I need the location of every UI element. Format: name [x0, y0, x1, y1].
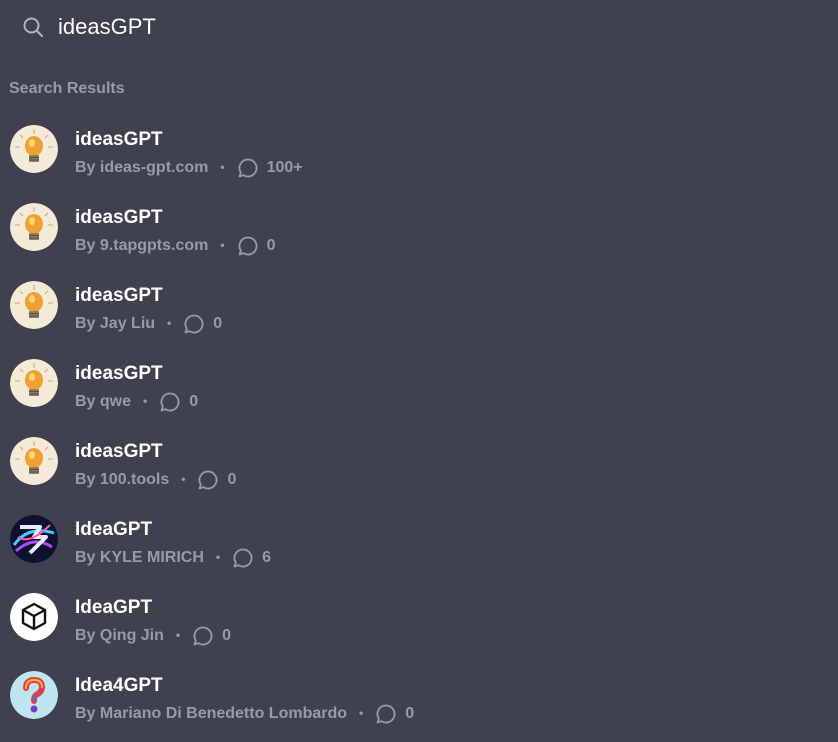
result-item[interactable]: IdeaGPT By Qing Jin • 0 — [0, 578, 838, 656]
separator-dot: • — [143, 394, 148, 408]
abstract-swirl-icon — [10, 515, 58, 563]
result-meta: By Mariano Di Benedetto Lombardo • 0 — [75, 703, 414, 725]
separator-dot: • — [359, 706, 364, 720]
result-author: By qwe — [75, 393, 132, 410]
result-title: ideasGPT — [75, 441, 163, 462]
search-icon — [23, 17, 43, 37]
result-meta: By Qing Jin • 0 — [75, 625, 231, 647]
result-author: By KYLE MIRICH — [75, 549, 204, 566]
separator-dot: • — [220, 238, 225, 252]
lightbulb-icon — [10, 359, 58, 407]
lightbulb-icon — [10, 203, 58, 251]
result-item[interactable]: ideasGPT By qwe • 0 — [0, 344, 838, 422]
result-meta: By 100.tools • 0 — [75, 469, 236, 491]
result-author: By ideas-gpt.com — [75, 159, 209, 176]
chat-bubble-icon — [376, 704, 396, 724]
cube-icon — [10, 593, 58, 641]
result-author: By Qing Jin — [75, 627, 164, 644]
search-input[interactable] — [58, 10, 758, 44]
chat-count: 6 — [262, 549, 272, 566]
lightbulb-icon — [10, 437, 58, 485]
chat-count: 0 — [405, 705, 415, 722]
result-author: By Mariano Di Benedetto Lombardo — [75, 705, 348, 722]
lightbulb-icon — [10, 281, 58, 329]
result-item[interactable]: IdeaGPT By KYLE MIRICH • 6 — [0, 500, 838, 578]
search-bar — [0, 0, 838, 56]
chat-count: 0 — [266, 237, 276, 254]
chat-bubble-icon — [233, 548, 253, 568]
results-list: ideasGPT By ideas-gpt.com • 100+ ideasGP… — [0, 110, 838, 734]
result-item[interactable]: ideasGPT By Jay Liu • 0 — [0, 266, 838, 344]
separator-dot: • — [167, 316, 172, 330]
separator-dot: • — [220, 160, 225, 174]
result-meta: By ideas-gpt.com • 100+ — [75, 157, 303, 179]
chat-count: 0 — [189, 393, 199, 410]
section-heading: Search Results — [9, 80, 125, 97]
result-title: ideasGPT — [75, 285, 163, 306]
result-meta: By Jay Liu • 0 — [75, 313, 222, 335]
result-meta: By qwe • 0 — [75, 391, 198, 413]
result-item[interactable]: ideasGPT By 100.tools • 0 — [0, 422, 838, 500]
result-author: By 100.tools — [75, 471, 170, 488]
separator-dot: • — [215, 550, 221, 564]
result-meta: By 9.tapgpts.com • 0 — [75, 235, 275, 257]
result-title: ideasGPT — [75, 129, 163, 150]
result-item[interactable]: ideasGPT By 9.tapgpts.com • 0 — [0, 188, 838, 266]
chat-bubble-icon — [238, 158, 258, 178]
chat-count: 100+ — [266, 159, 303, 176]
result-title: ideasGPT — [75, 363, 163, 384]
chat-bubble-icon — [160, 392, 180, 412]
separator-dot: • — [175, 628, 181, 642]
result-item[interactable]: Idea4GPT By Mariano Di Benedetto Lombard… — [0, 656, 838, 734]
result-author: By Jay Liu — [75, 315, 156, 332]
chat-bubble-icon — [238, 236, 258, 256]
result-meta: By KYLE MIRICH • 6 — [75, 547, 271, 569]
question-mark-icon — [10, 671, 58, 719]
result-title: ideasGPT — [75, 207, 163, 228]
chat-bubble-icon — [199, 470, 218, 490]
result-item[interactable]: ideasGPT By ideas-gpt.com • 100+ — [0, 110, 838, 188]
result-author: By 9.tapgpts.com — [75, 237, 209, 254]
result-title: Idea4GPT — [75, 675, 163, 696]
result-title: IdeaGPT — [75, 519, 153, 540]
chat-bubble-icon — [184, 314, 204, 334]
chat-count: 0 — [213, 315, 223, 332]
result-title: IdeaGPT — [75, 597, 153, 618]
chat-count: 0 — [222, 627, 232, 644]
chat-bubble-icon — [193, 626, 213, 646]
chat-count: 0 — [227, 471, 237, 488]
lightbulb-icon — [10, 125, 58, 173]
separator-dot: • — [181, 472, 186, 486]
